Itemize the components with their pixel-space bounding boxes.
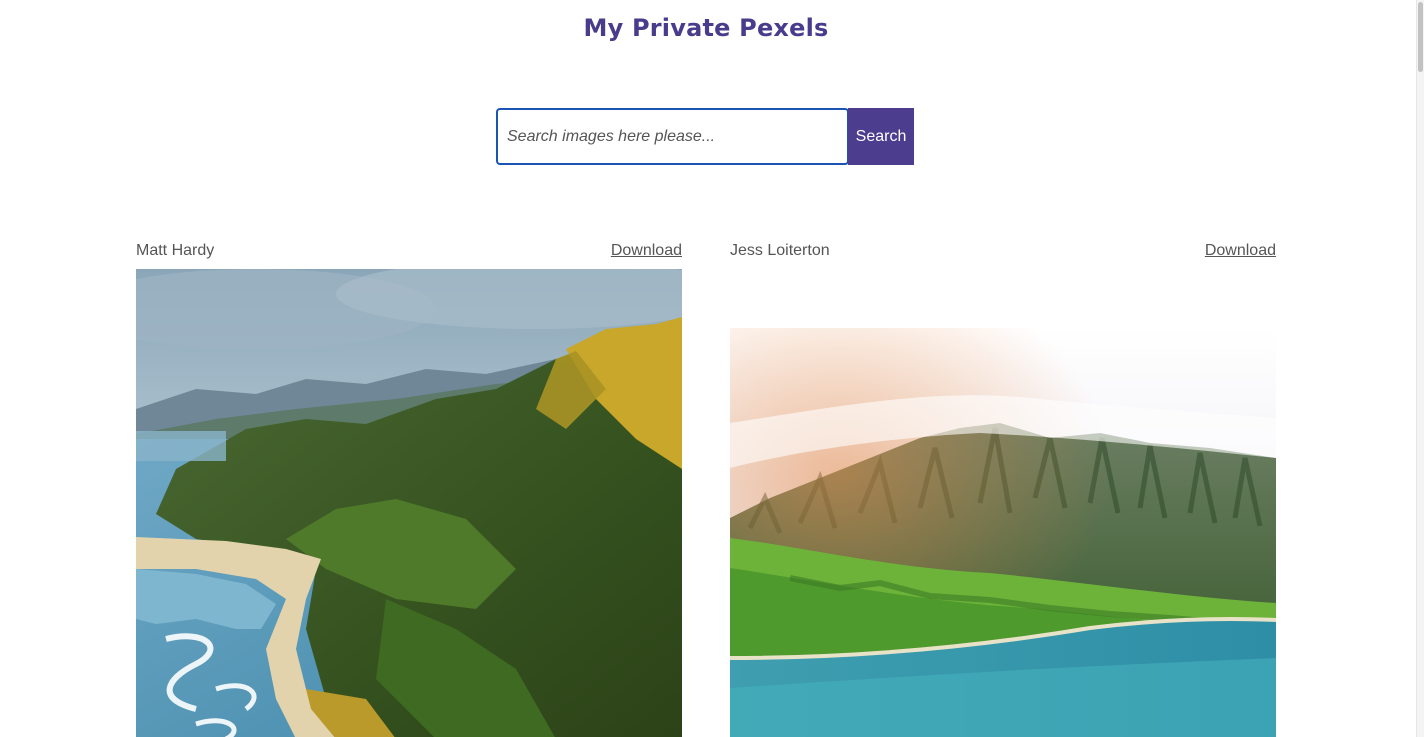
search-input[interactable] <box>496 108 849 165</box>
photo-card-header: Jess Loiterton Download <box>730 240 1276 262</box>
download-link[interactable]: Download <box>1205 242 1276 260</box>
photo-image[interactable] <box>730 328 1276 737</box>
page-title: My Private Pexels <box>583 14 829 42</box>
photographer-name: Jess Loiterton <box>730 242 830 259</box>
vertical-scrollbar[interactable] <box>1416 0 1424 737</box>
scrollbar-thumb[interactable] <box>1418 2 1423 72</box>
photo-card: Jess Loiterton Download <box>730 240 1276 737</box>
island-cliffs-image <box>730 328 1276 737</box>
photo-card-header: Matt Hardy Download <box>136 240 682 262</box>
coastline-mountain-image <box>136 269 682 737</box>
photo-image[interactable] <box>136 269 682 737</box>
download-link[interactable]: Download <box>611 242 682 260</box>
photo-card: Matt Hardy Download <box>136 240 682 737</box>
photographer-name: Matt Hardy <box>136 242 215 259</box>
search-form: Search <box>496 108 914 165</box>
search-button[interactable]: Search <box>848 108 914 165</box>
page: My Private Pexels Search Matt Hardy Down… <box>0 0 1424 737</box>
